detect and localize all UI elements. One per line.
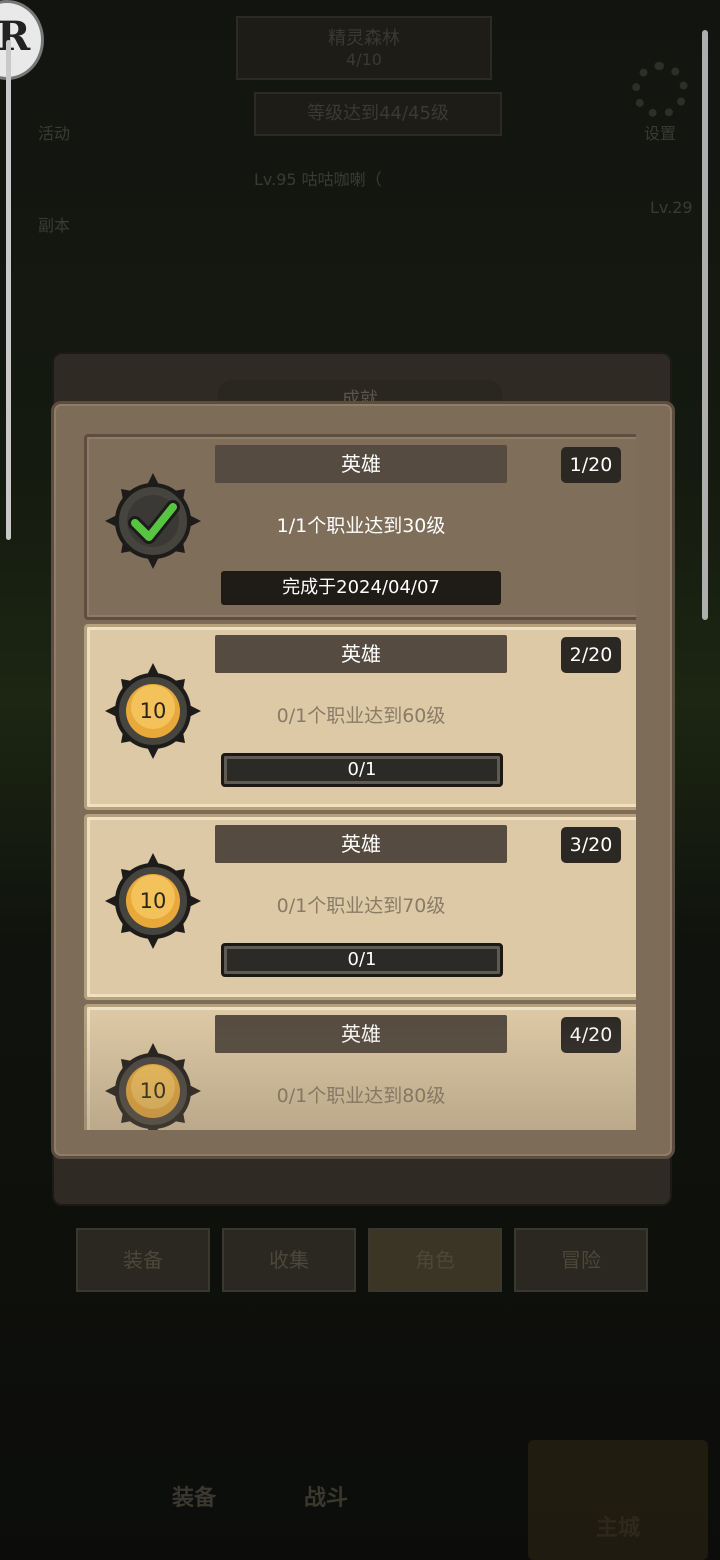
achievement-card: 英雄 1/20 1/1个职业达到30级 完成于2024/04/07 [84,434,636,620]
card-title: 英雄 [215,1015,507,1053]
stage-name: 精灵森林 [328,28,400,49]
completion-date: 完成于2024/04/07 [221,571,501,605]
subtab-equipment: 装备 [76,1228,210,1292]
card-description: 0/1个职业达到80级 [276,1085,446,1107]
nav-battle: 战斗 [304,1486,349,1511]
stage-progress: 4/10 [346,50,382,69]
card-title: 英雄 [215,445,507,483]
nav-equipment: 装备 [172,1486,217,1511]
card-title: 英雄 [215,635,507,673]
nav-city-tile [528,1440,708,1560]
achievement-list[interactable]: 英雄 1/20 1/1个职业达到30级 完成于2024/04/07 英雄 2/2… [84,434,636,1130]
stage-banner: 精灵森林 4/10 [236,16,492,80]
reward-amount: 10 [139,1079,167,1103]
right-level-label: Lv.29 [650,198,693,217]
achievement-card: 英雄 3/20 10 0/1个职业达到70级 0/1 [84,814,636,1000]
card-tier-count: 2/20 [561,637,621,673]
settings-menu-label: 设置 [644,124,677,143]
card-description: 1/1个职业达到30级 [276,515,446,537]
left-scrollbar[interactable] [6,40,11,540]
card-tier-count: 3/20 [561,827,621,863]
card-description: 0/1个职业达到60级 [276,705,446,727]
card-tier-count: 1/20 [561,447,621,483]
card-tier-count: 4/20 [561,1017,621,1053]
card-title: 英雄 [215,825,507,863]
quest-banner: 等级达到44/45级 [254,92,502,136]
achievement-card: 英雄 4/20 10 0/1个职业达到80级 [84,1004,636,1130]
checkmark-icon [105,473,201,569]
card-description: 0/1个职业达到70级 [276,895,446,917]
progress-text: 0/1 [347,759,377,780]
gold-medal-icon: 10 [105,853,201,949]
right-scrollbar[interactable] [702,30,708,620]
reward-amount: 10 [139,699,167,723]
dungeon-menu-label: 副本 [38,216,71,235]
progress-text: 0/1 [347,949,377,970]
progress-bar: 0/1 [221,753,503,787]
gold-medal-icon: 10 [105,663,201,759]
subtab-character: 角色 [368,1228,502,1292]
gold-medal-icon: 10 [105,1043,201,1130]
settings-gear-icon [632,62,688,118]
quest-text: 等级达到44/45级 [307,103,449,124]
logo-letter: R [0,13,31,60]
achievement-card: 英雄 2/20 10 0/1个职业达到60级 0/1 [84,624,636,810]
progress-bar: 0/1 [221,943,503,977]
subtab-adventure: 冒险 [514,1228,648,1292]
activity-menu-label: 活动 [38,124,71,143]
reward-amount: 10 [139,889,167,913]
player-label: Lv.95 咕咕咖喇（ [254,170,382,189]
subtab-collection: 收集 [222,1228,356,1292]
